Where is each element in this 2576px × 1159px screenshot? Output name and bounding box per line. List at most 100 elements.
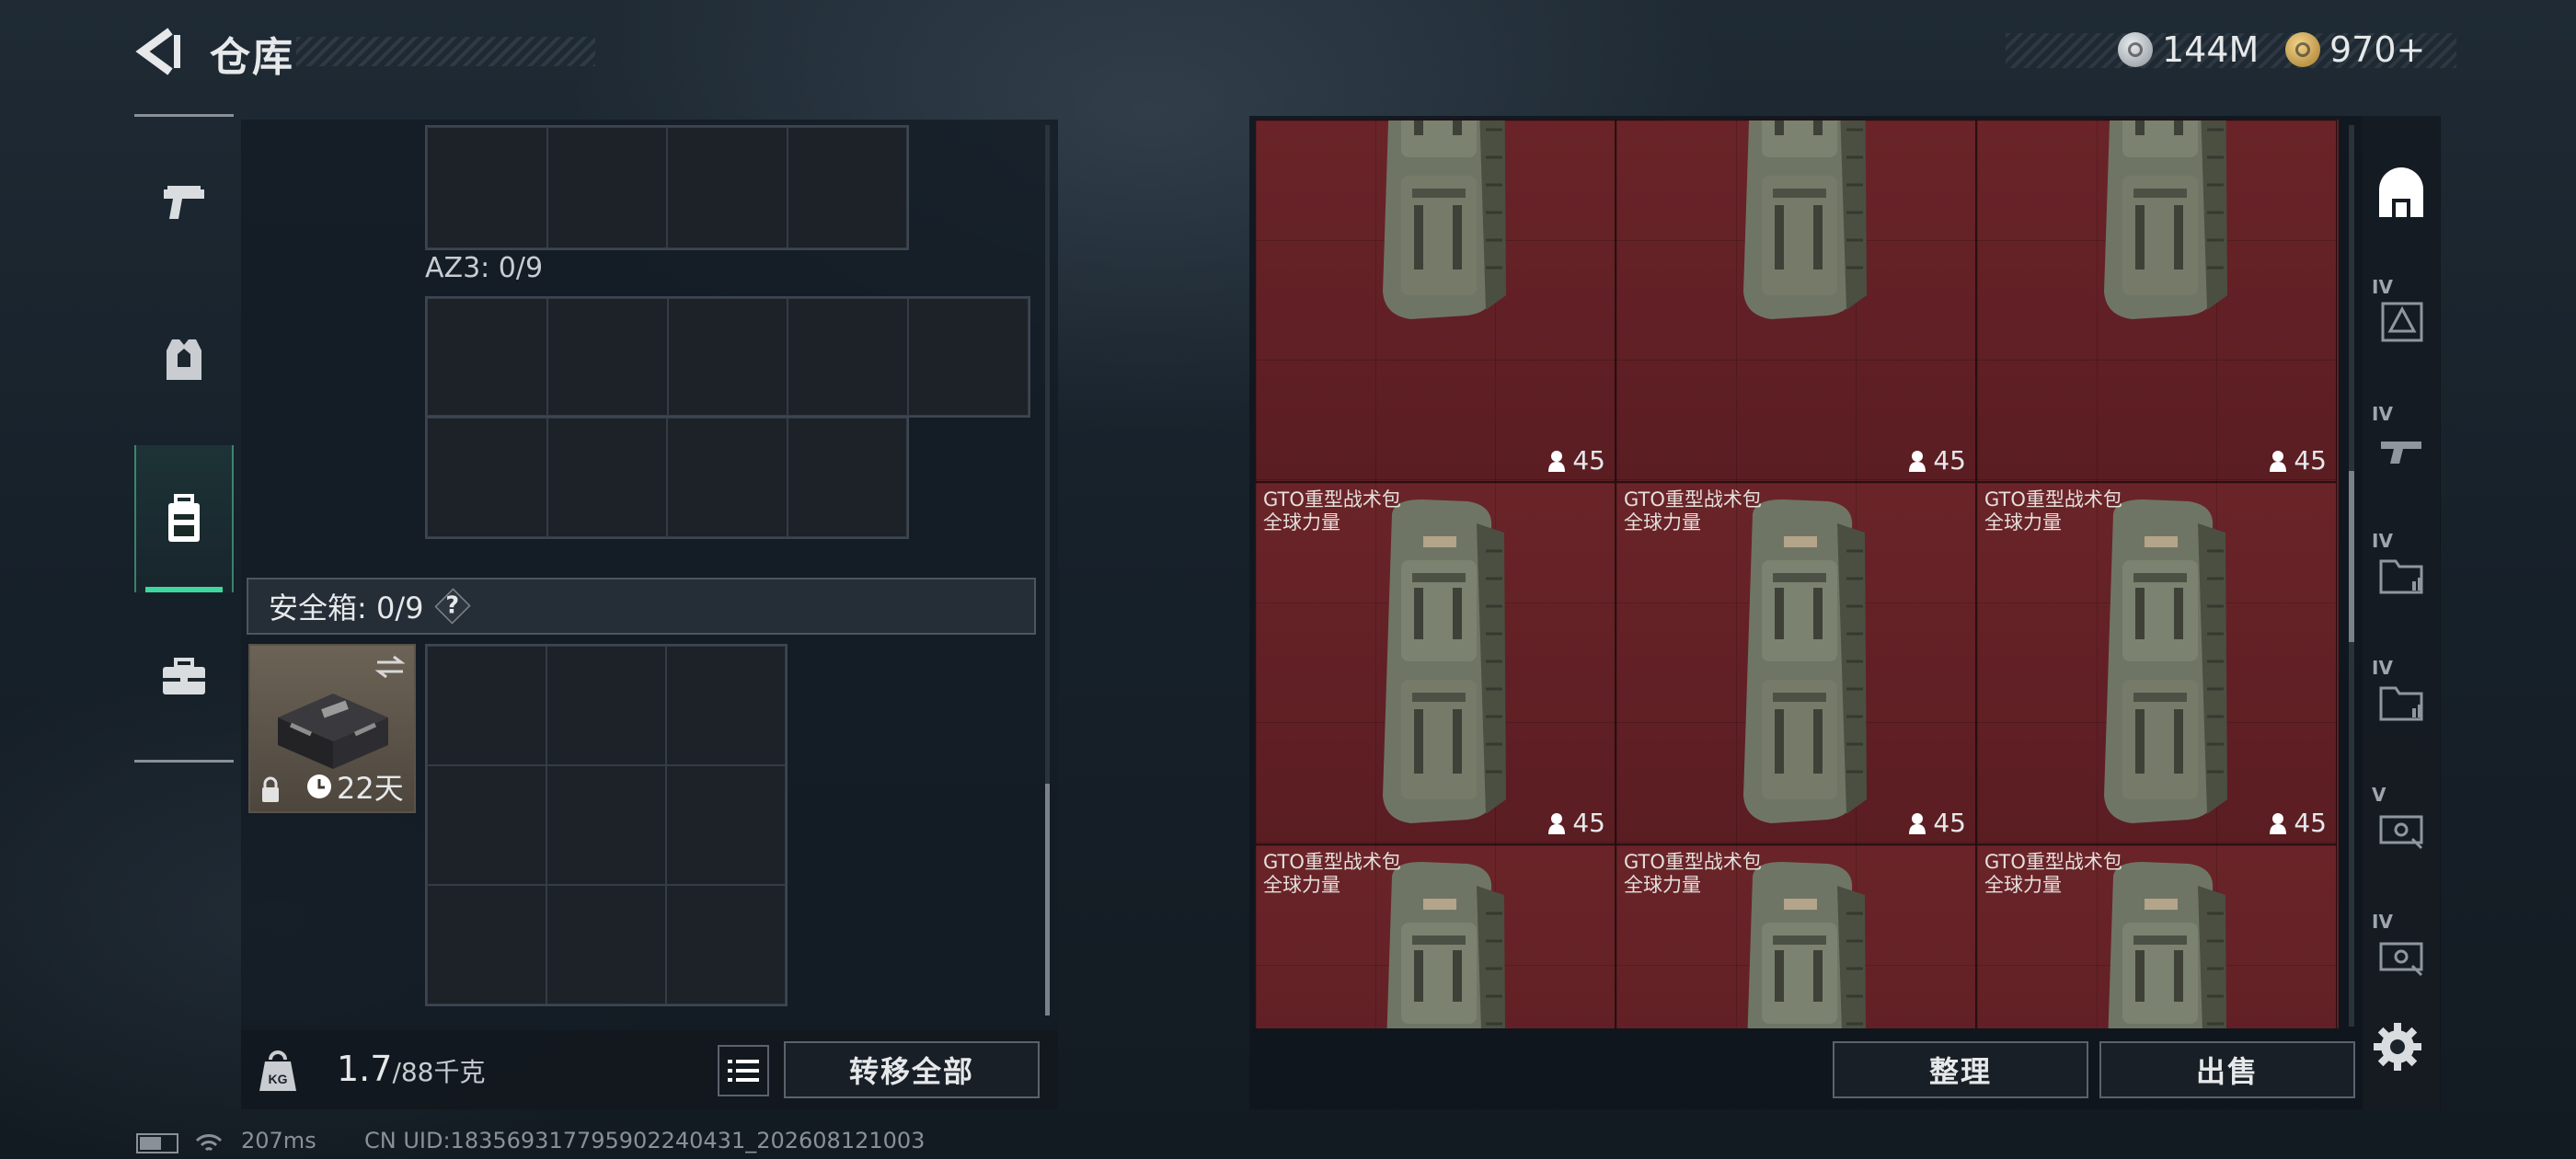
weight-person-icon — [1548, 450, 1566, 472]
ping-readout: 207ms — [241, 1128, 316, 1153]
backpack-icon — [168, 494, 200, 542]
tier4-folder-icon — [2379, 686, 2423, 721]
list-view-button[interactable] — [718, 1045, 769, 1096]
item-name: GTO重型战术包 全球力量 — [1984, 488, 2122, 534]
stash-item[interactable]: 45 — [1255, 120, 1616, 482]
weight-current: 1.7 — [337, 1049, 393, 1089]
page-title: 仓库 — [210, 34, 294, 81]
weight-person-icon — [2270, 450, 2287, 472]
weight-icon: KG — [259, 1050, 296, 1091]
tier-label: V — [2372, 784, 2386, 806]
rail-weapons[interactable] — [134, 129, 234, 276]
item-count: 45 — [1907, 808, 1966, 838]
weight-max: /88千克 — [392, 1057, 486, 1087]
tier4-helmet-icon — [2381, 302, 2423, 342]
rail-armor[interactable] — [134, 287, 234, 434]
sell-button[interactable]: 出售 — [2099, 1041, 2355, 1098]
briefcase-icon — [163, 658, 205, 694]
tactical-backpack-image — [2104, 120, 2227, 319]
list-icon — [728, 1060, 759, 1082]
filter-tier4-helmet[interactable]: IV — [2363, 256, 2440, 384]
gold-coin-icon — [2285, 32, 2320, 67]
sort-button[interactable]: 整理 — [1833, 1041, 2088, 1098]
gear-icon — [2374, 1023, 2421, 1071]
rail-divider — [134, 114, 234, 117]
item-name: GTO重型战术包 全球力量 — [1984, 851, 2122, 896]
tier-label: IV — [2372, 657, 2393, 679]
stash-item[interactable]: GTO重型战术包 全球力量 — [1255, 844, 1616, 1028]
currency-silver: 144M — [2118, 26, 2259, 74]
wifi-icon — [195, 1134, 223, 1152]
left-scrollbar-thumb[interactable] — [1045, 784, 1050, 1016]
rail-divider-bottom — [134, 760, 234, 763]
filter-tier4-device[interactable]: IV — [2363, 890, 2440, 1019]
lock-icon — [262, 776, 279, 802]
safebox-header: 安全箱: 0/9 ? — [247, 578, 1036, 635]
item-count: 45 — [2268, 445, 2327, 476]
secure-crate-icon — [278, 694, 388, 769]
tactical-backpack-image — [2104, 499, 2227, 823]
back-button[interactable] — [133, 26, 185, 77]
az3-grid-row2[interactable] — [425, 416, 909, 539]
armor-vest-icon — [167, 339, 201, 380]
currency-gold: 970+ — [2285, 26, 2425, 74]
filter-tier4-folder-a[interactable]: IV — [2363, 510, 2440, 638]
currency-gold-value: 970+ — [2329, 29, 2426, 70]
tier-label: IV — [2372, 530, 2393, 552]
help-button[interactable]: ? — [434, 588, 472, 625]
clock-icon — [307, 775, 331, 798]
stash-item[interactable]: GTO重型战术包 全球力量 45 — [1255, 482, 1616, 844]
stash-scrollbar-thumb[interactable] — [2349, 471, 2354, 642]
svg-text:KG: KG — [269, 1072, 288, 1086]
weight-person-icon — [1548, 812, 1566, 834]
item-count: 45 — [1907, 445, 1966, 476]
safebox-duration: 22天 — [337, 771, 404, 806]
filter-tier4-folder-b[interactable]: IV — [2363, 637, 2440, 765]
safebox-label: 安全箱: 0/9 — [269, 591, 424, 625]
tier-label: IV — [2372, 403, 2393, 425]
item-name: GTO重型战术包 全球力量 — [1263, 488, 1401, 534]
silver-coin-icon — [2118, 32, 2153, 67]
safebox-item[interactable]: 22天 — [248, 644, 416, 813]
tier5-device-icon — [2379, 815, 2423, 850]
uid-readout: CN UID:18356931779590224043​1_2026081210… — [364, 1128, 926, 1153]
item-count: 45 — [2268, 808, 2327, 838]
swap-icon — [374, 655, 406, 679]
rail-backpack[interactable] — [134, 445, 234, 592]
tactical-backpack-image — [1383, 499, 1506, 823]
tier4-weapon-icon — [2381, 442, 2421, 464]
filter-tier4-weapon[interactable]: IV — [2363, 383, 2440, 511]
tier4-folder-icon — [2379, 559, 2423, 594]
tactical-backpack-image — [1743, 120, 1867, 319]
stash-item[interactable]: GTO重型战术包 全球力量 45 — [1616, 482, 1976, 844]
az3-capacity-label: AZ3: 0/9 — [425, 252, 544, 284]
az3-grid-row1[interactable] — [425, 296, 1030, 418]
currency-silver-value: 144M — [2162, 29, 2260, 70]
stash-grid[interactable]: 45 45 45 GTO重型战术包 全球力量 45 GTO重型战术包 全球力量 … — [1255, 120, 2339, 1028]
pistol-icon — [164, 186, 204, 219]
tier4-device-icon — [2379, 942, 2423, 977]
item-name: GTO重型战术包 全球力量 — [1624, 488, 1762, 534]
tactical-backpack-image — [1743, 499, 1867, 823]
item-name: GTO重型战术包 全球力量 — [1624, 851, 1762, 896]
item-name: GTO重型战术包 全球力量 — [1263, 851, 1401, 896]
weight-person-icon — [1909, 812, 1926, 834]
tier-label: IV — [2372, 911, 2393, 933]
transfer-all-button[interactable]: 转移全部 — [784, 1041, 1040, 1098]
stash-item[interactable]: 45 — [1976, 120, 2337, 482]
filter-all[interactable] — [2363, 129, 2440, 258]
settings-button[interactable] — [2370, 1019, 2425, 1074]
title-stripe — [296, 37, 595, 66]
container-grid-top[interactable] — [425, 125, 909, 250]
safebox-timer: 22天 — [305, 765, 404, 808]
stash-item[interactable]: GTO重型战术包 全球力量 — [1976, 844, 2337, 1028]
stash-item[interactable]: 45 — [1616, 120, 1976, 482]
rail-cases[interactable] — [134, 603, 234, 751]
back-arrow-icon — [135, 28, 180, 75]
item-count: 45 — [1547, 808, 1605, 838]
safebox-grid[interactable] — [425, 644, 788, 1006]
filter-tier5-device[interactable]: V — [2363, 763, 2440, 892]
weight-person-icon — [1909, 450, 1926, 472]
stash-item[interactable]: GTO重型战术包 全球力量 — [1616, 844, 1976, 1028]
stash-item[interactable]: GTO重型战术包 全球力量 45 — [1976, 482, 2337, 844]
